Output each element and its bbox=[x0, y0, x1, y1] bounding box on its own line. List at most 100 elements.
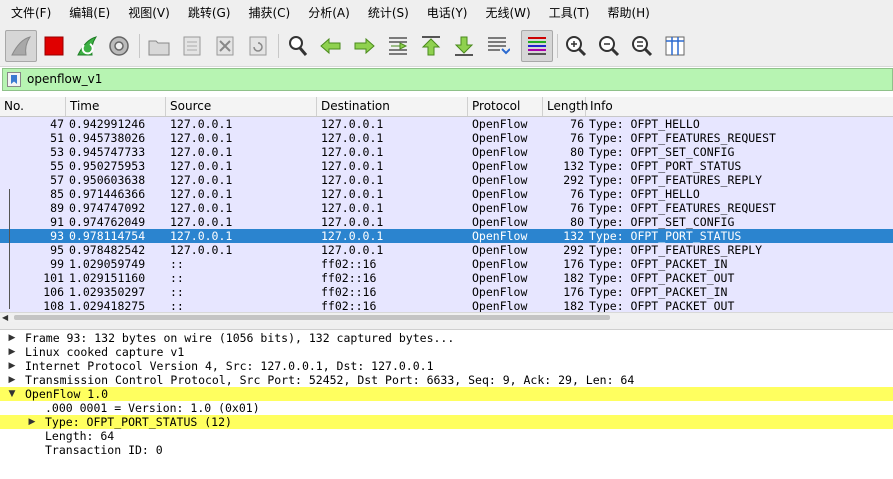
bookmark-icon[interactable] bbox=[7, 72, 21, 87]
menu-tools[interactable]: 工具(T) bbox=[539, 0, 598, 26]
packet-row[interactable]: 91 0.974762049 127.0.0.1 127.0.0.1 OpenFlow 8… bbox=[0, 215, 893, 229]
column-header-time[interactable]: Time bbox=[66, 97, 166, 116]
detail-tree-item[interactable]: Length: 64 bbox=[0, 429, 893, 443]
menu-statistics[interactable]: 统计(S) bbox=[358, 0, 417, 26]
restart-capture-button[interactable] bbox=[73, 32, 101, 60]
menu-telephony[interactable]: 电话(Y) bbox=[417, 0, 476, 26]
detail-tree-item[interactable]: ▶ Type: OFPT_PORT_STATUS (12) bbox=[0, 415, 893, 429]
packet-cell-time: 0.942991246 bbox=[69, 117, 146, 131]
go-back-button[interactable] bbox=[317, 32, 345, 60]
expand-arrow-right-icon[interactable]: ▶ bbox=[7, 331, 17, 345]
go-first-button[interactable] bbox=[417, 32, 445, 60]
packet-row-selected[interactable]: 93 0.978114754 127.0.0.1 127.0.0.1 OpenFlow 1… bbox=[0, 229, 893, 243]
open-file-button[interactable] bbox=[145, 32, 173, 60]
packet-cell-source: 127.0.0.1 bbox=[170, 159, 233, 173]
go-to-packet-icon bbox=[389, 37, 408, 55]
packet-list-hscrollbar[interactable]: ◀ bbox=[0, 312, 893, 322]
packet-cell-length: 80 bbox=[570, 215, 584, 229]
packet-row[interactable]: 101 1.029151160:: ff02::16 OpenFlow 182 Type:… bbox=[0, 271, 893, 285]
column-header-length[interactable]: Length bbox=[543, 97, 588, 116]
go-forward-icon bbox=[354, 37, 375, 55]
capture-options-button[interactable] bbox=[105, 32, 133, 60]
packet-cell-info: Type: OFPT_FEATURES_REPLY bbox=[589, 243, 763, 257]
packet-row[interactable]: 51 0.945738026 127.0.0.1 127.0.0.1 OpenFlow 7… bbox=[0, 131, 893, 145]
column-header-source[interactable]: Source bbox=[166, 97, 317, 116]
menu-edit[interactable]: 编辑(E) bbox=[59, 0, 118, 26]
packet-cell-length: 176 bbox=[563, 257, 584, 271]
detail-tree-item[interactable]: ▶ Transmission Control Protocol, Src Port… bbox=[0, 373, 893, 387]
menu-capture[interactable]: 捕获(C) bbox=[238, 0, 298, 26]
packet-cell-info: Type: OFPT_SET_CONFIG bbox=[589, 215, 735, 229]
go-to-packet-button[interactable] bbox=[384, 32, 412, 60]
expand-arrow-right-icon[interactable]: ▶ bbox=[7, 373, 17, 387]
save-file-icon bbox=[183, 36, 201, 56]
detail-item-text: .000 0001 = Version: 1.0 (0x01) bbox=[45, 401, 260, 415]
start-capture-button[interactable] bbox=[5, 30, 37, 62]
detail-tree-item[interactable]: ▼ OpenFlow 1.0 bbox=[0, 387, 893, 401]
column-header-destination[interactable]: Destination bbox=[317, 97, 468, 116]
packet-cell-protocol: OpenFlow bbox=[472, 173, 528, 187]
zoom-out-button[interactable] bbox=[595, 32, 623, 60]
display-filter-input[interactable] bbox=[27, 69, 827, 90]
packet-row[interactable]: 89 0.974747092 127.0.0.1 127.0.0.1 OpenFlow 7… bbox=[0, 201, 893, 215]
detail-tree-item[interactable]: ▶ Internet Protocol Version 4, Src: 127.0… bbox=[0, 359, 893, 373]
autoscroll-icon bbox=[488, 37, 510, 55]
packet-row[interactable]: 95 0.978482542 127.0.0.1 127.0.0.1 OpenFlow 2… bbox=[0, 243, 893, 257]
packet-details-tree[interactable]: ▶ Frame 93: 132 bytes on wire (1056 bits)… bbox=[0, 330, 893, 479]
packet-row[interactable]: 53 0.945747733 127.0.0.1 127.0.0.1 OpenFlow 8… bbox=[0, 145, 893, 159]
packet-cell-destination: ff02::16 bbox=[321, 299, 377, 312]
packet-row[interactable]: 85 0.971446366 127.0.0.1 127.0.0.1 OpenFlow 7… bbox=[0, 187, 893, 201]
save-file-button[interactable] bbox=[178, 32, 206, 60]
detail-item-text: Type: OFPT_PORT_STATUS (12) bbox=[45, 415, 232, 429]
expand-arrow-right-icon[interactable]: ▶ bbox=[27, 415, 37, 429]
resize-columns-icon bbox=[665, 36, 685, 56]
expand-arrow-right-icon[interactable]: ▶ bbox=[7, 345, 17, 359]
menu-wireless[interactable]: 无线(W) bbox=[476, 0, 539, 26]
find-packet-button[interactable] bbox=[284, 32, 312, 60]
menu-analyze[interactable]: 分析(A) bbox=[298, 0, 358, 26]
packet-cell-source: 127.0.0.1 bbox=[170, 243, 233, 257]
colorize-icon bbox=[528, 37, 546, 55]
scroll-left-arrow-icon[interactable]: ◀ bbox=[2, 314, 8, 322]
column-header-protocol[interactable]: Protocol bbox=[468, 97, 543, 116]
packet-cell-protocol: OpenFlow bbox=[472, 117, 528, 131]
reload-file-button[interactable] bbox=[244, 32, 272, 60]
column-header-no[interactable]: No. bbox=[0, 97, 66, 116]
zoom-in-button[interactable] bbox=[562, 32, 590, 60]
colorize-button[interactable] bbox=[521, 30, 553, 62]
close-file-button[interactable] bbox=[211, 32, 239, 60]
packet-row[interactable]: 55 0.950275953 127.0.0.1 127.0.0.1 OpenFlow 1… bbox=[0, 159, 893, 173]
autoscroll-button[interactable] bbox=[483, 32, 511, 60]
expand-arrow-down-icon[interactable]: ▼ bbox=[7, 387, 17, 401]
stop-capture-button[interactable] bbox=[40, 32, 68, 60]
packet-row[interactable]: 106 1.029350297:: ff02::16 OpenFlow 176 Type:… bbox=[0, 285, 893, 299]
packet-cell-destination: 127.0.0.1 bbox=[321, 229, 384, 243]
packet-cell-info: Type: OFPT_HELLO bbox=[589, 117, 700, 131]
packet-row[interactable]: 47 0.942991246 127.0.0.1 127.0.0.1 OpenFlow 7… bbox=[0, 117, 893, 131]
packet-row[interactable]: 108 1.029418275:: ff02::16 OpenFlow 182 Type:… bbox=[0, 299, 893, 312]
packet-cell-no: 53 bbox=[50, 145, 64, 159]
go-last-button[interactable] bbox=[450, 32, 478, 60]
packet-cell-source: 127.0.0.1 bbox=[170, 229, 233, 243]
menu-help[interactable]: 帮助(H) bbox=[597, 0, 657, 26]
menu-file[interactable]: 文件(F) bbox=[0, 0, 59, 26]
detail-tree-item[interactable]: ▶ Frame 93: 132 bytes on wire (1056 bits)… bbox=[0, 331, 893, 345]
resize-columns-button[interactable] bbox=[661, 32, 689, 60]
packet-row[interactable]: 99 1.029059749:: ff02::16 OpenFlow 176 Type: … bbox=[0, 257, 893, 271]
packet-cell-destination: 127.0.0.1 bbox=[321, 159, 384, 173]
go-forward-button[interactable] bbox=[350, 32, 378, 60]
zoom-normal-button[interactable] bbox=[628, 32, 656, 60]
detail-tree-item[interactable]: ▶ Linux cooked capture v1 bbox=[0, 345, 893, 359]
packet-row[interactable]: 57 0.950603638 127.0.0.1 127.0.0.1 OpenFlow 2… bbox=[0, 173, 893, 187]
menu-go[interactable]: 跳转(G) bbox=[178, 0, 239, 26]
detail-tree-item[interactable]: .000 0001 = Version: 1.0 (0x01) bbox=[0, 401, 893, 415]
packet-cell-protocol: OpenFlow bbox=[472, 131, 528, 145]
packet-cell-time: 0.945747733 bbox=[69, 145, 146, 159]
detail-tree-item[interactable]: Transaction ID: 0 bbox=[0, 443, 893, 457]
scrollbar-thumb[interactable] bbox=[14, 315, 610, 320]
pane-splitter[interactable] bbox=[0, 322, 893, 330]
packet-list[interactable]: 47 0.942991246 127.0.0.1 127.0.0.1 OpenFlow 7… bbox=[0, 117, 893, 312]
menu-view[interactable]: 视图(V) bbox=[118, 0, 178, 26]
expand-arrow-right-icon[interactable]: ▶ bbox=[7, 359, 17, 373]
column-header-info[interactable]: Info bbox=[586, 97, 893, 116]
